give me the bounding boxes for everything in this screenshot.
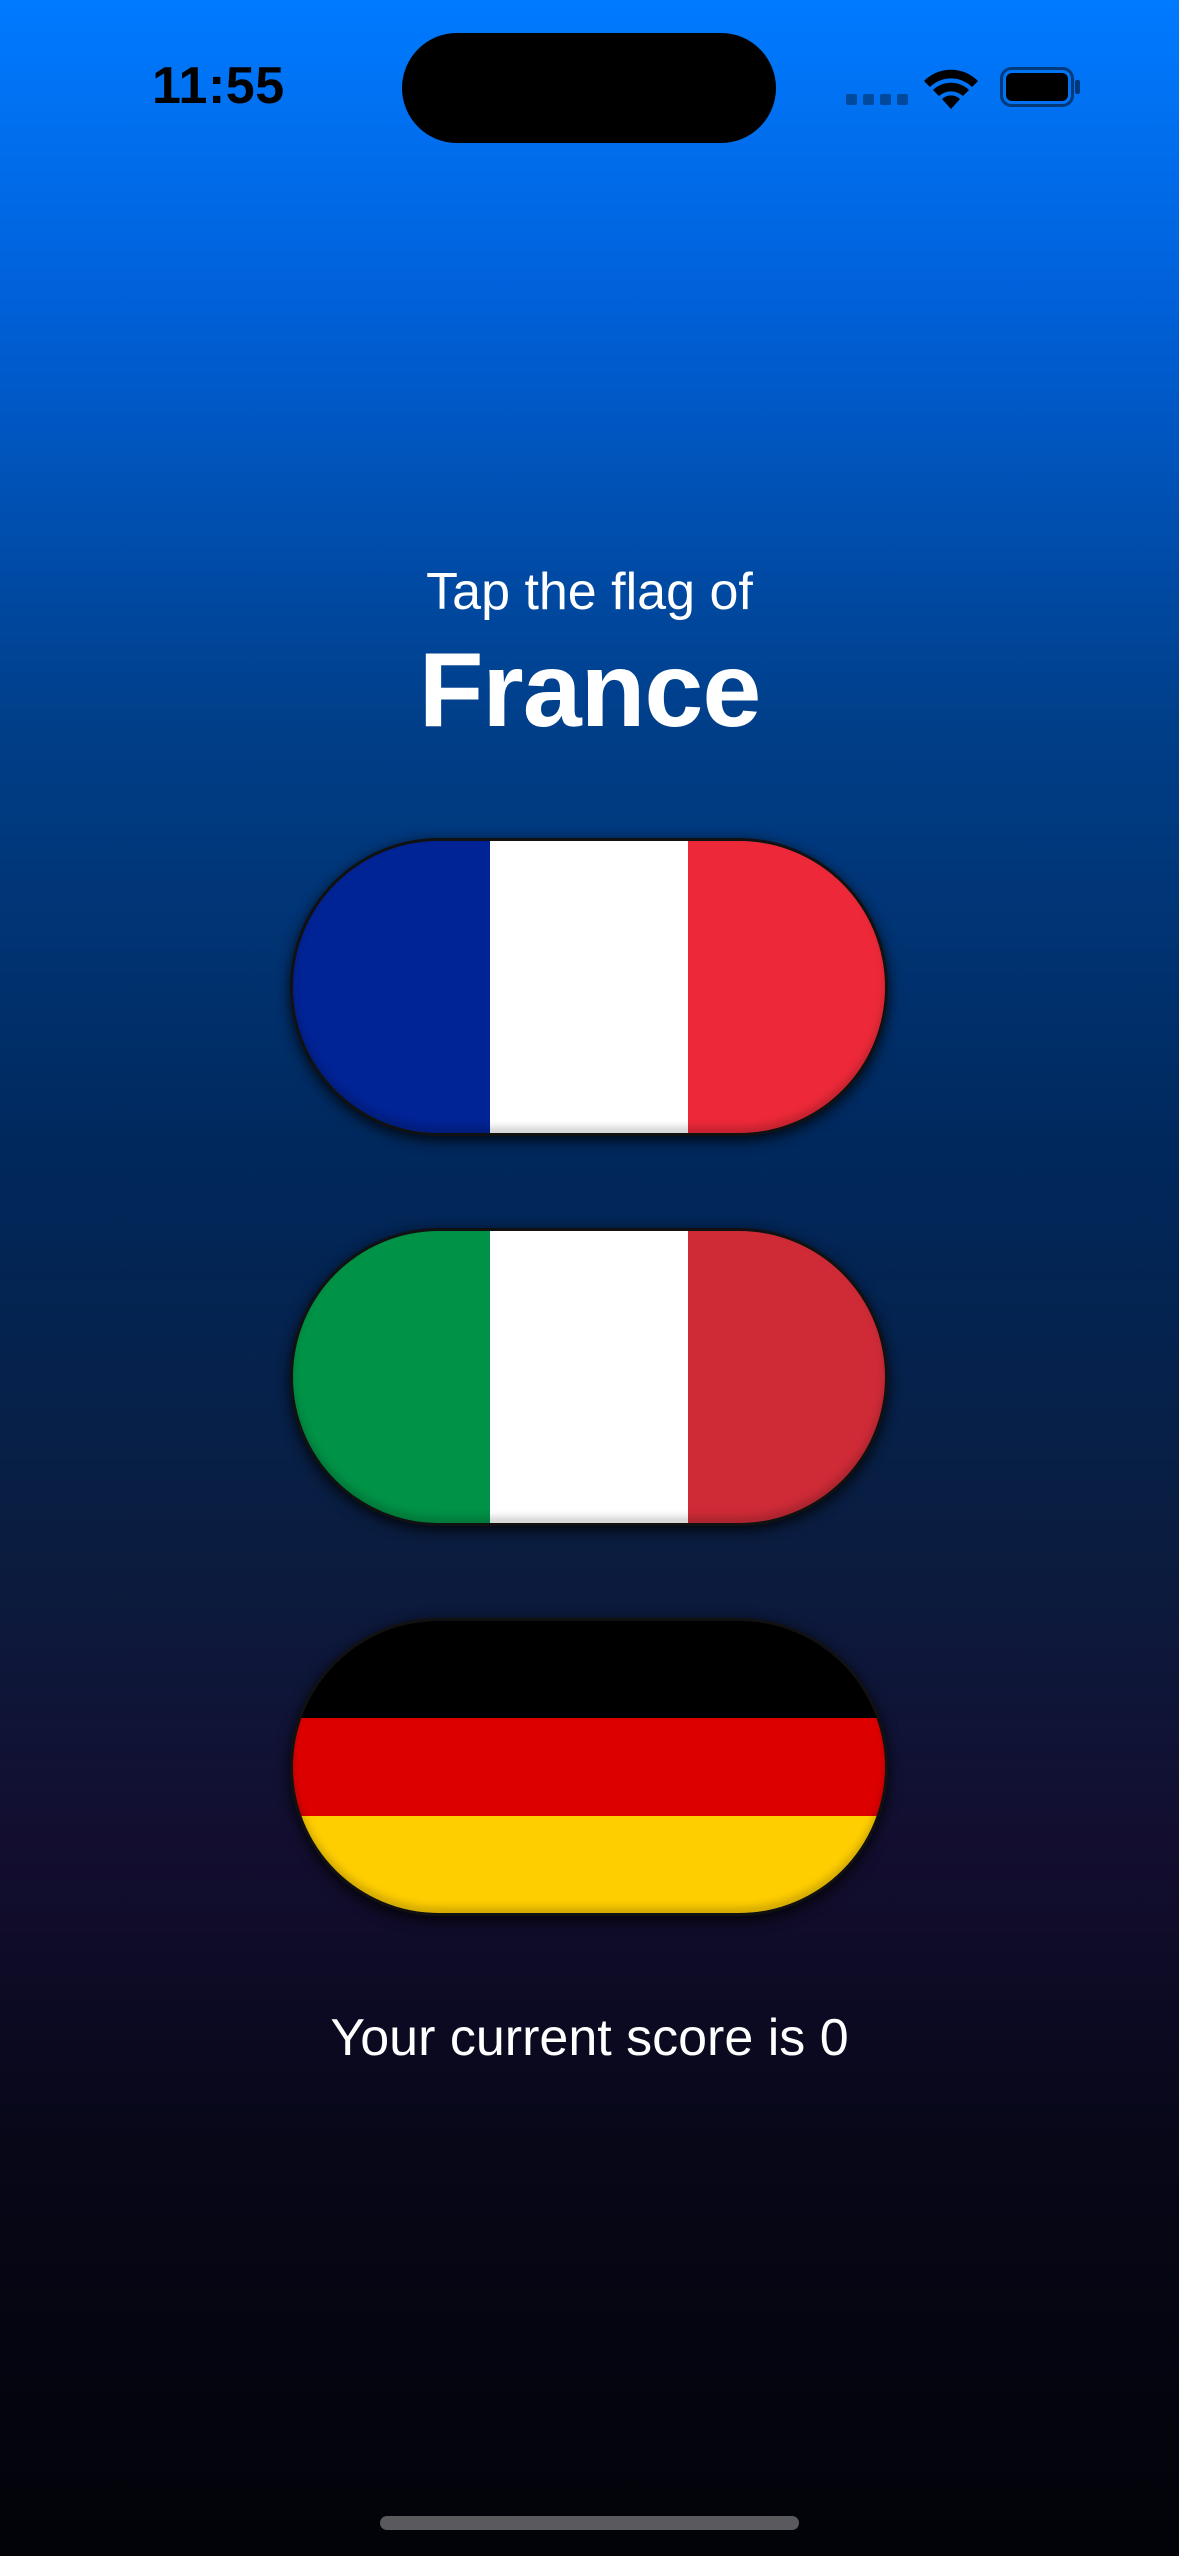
flag-stripe [687, 841, 885, 1133]
flag-italy-image [293, 1231, 885, 1523]
flag-stripe [293, 1718, 885, 1816]
home-indicator[interactable] [380, 2516, 799, 2530]
flag-stripe [293, 1621, 885, 1719]
flag-germany-image [293, 1621, 885, 1913]
prompt-text: Tap the flag of [426, 563, 753, 621]
flag-button-germany[interactable] [290, 1618, 888, 1916]
flag-stripe [490, 841, 688, 1133]
wifi-icon [924, 69, 978, 109]
flag-stripe [293, 841, 491, 1133]
flag-stripe [490, 1231, 688, 1523]
flag-button-italy[interactable] [290, 1228, 888, 1526]
flag-france-image [293, 841, 885, 1133]
flag-stripe [293, 1815, 885, 1913]
status-time: 11:55 [152, 57, 285, 115]
dynamic-island [402, 33, 776, 143]
flag-button-france[interactable] [290, 838, 888, 1136]
score-text: Your current score is 0 [330, 2009, 849, 2067]
flag-stripe [293, 1231, 491, 1523]
cellular-signal-icon [846, 94, 908, 106]
battery-icon [1000, 67, 1080, 107]
flag-stripe [687, 1231, 885, 1523]
target-country-title: France [418, 631, 762, 749]
